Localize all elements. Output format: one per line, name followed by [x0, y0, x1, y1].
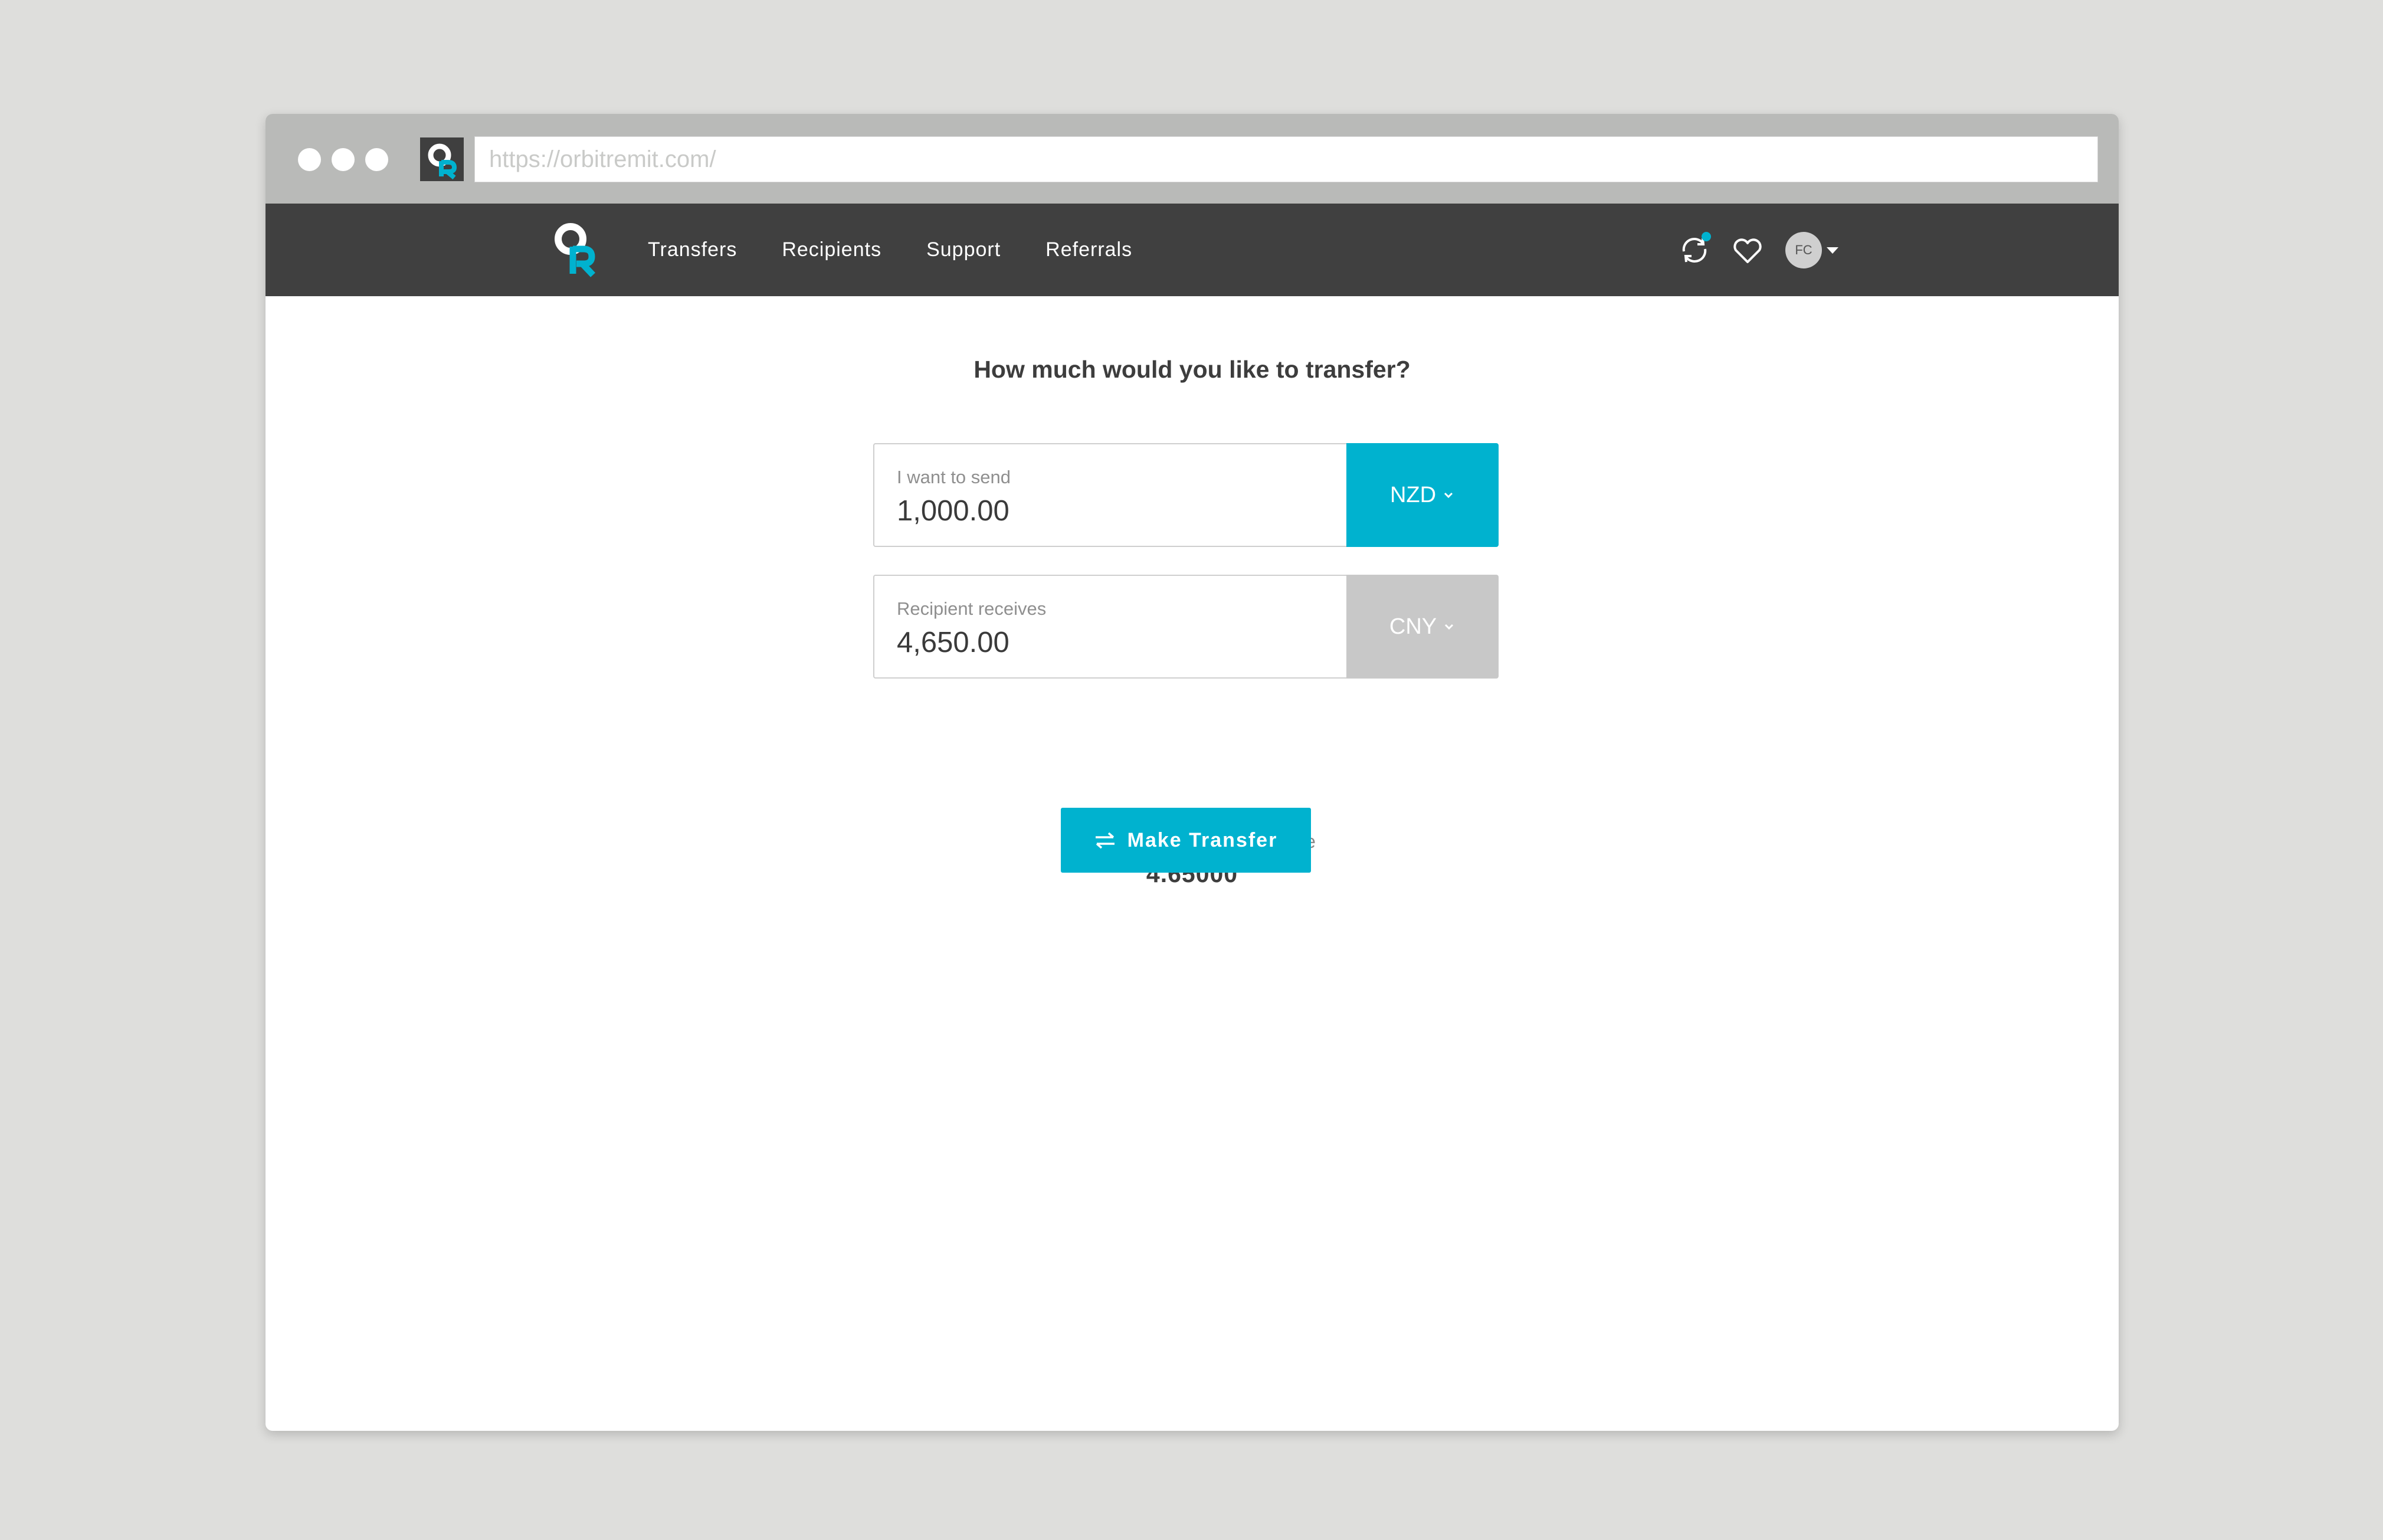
nav-referrals[interactable]: Referrals [1045, 238, 1132, 261]
receive-currency-select[interactable]: CNY [1346, 575, 1499, 679]
heart-icon[interactable] [1729, 231, 1766, 269]
nav-support[interactable]: Support [926, 238, 1001, 261]
nav-recipients[interactable]: Recipients [782, 238, 881, 261]
receive-amount-value[interactable]: 4,650.00 [897, 626, 1009, 659]
browser-window: https://orbitremit.com/ Transfers Recipi… [265, 114, 2119, 1431]
receive-amount-input[interactable]: Recipient receives 4,650.00 [873, 575, 1346, 679]
make-transfer-label: Make Transfer [1127, 829, 1278, 852]
nav-transfers[interactable]: Transfers [648, 238, 737, 261]
receive-amount-field: Recipient receives 4,650.00 CNY [873, 575, 1499, 679]
orbitremit-logo-icon[interactable] [552, 219, 599, 277]
send-currency-label: NZD [1390, 483, 1436, 508]
user-avatar[interactable]: FC [1785, 232, 1822, 268]
window-minimize-dot[interactable] [332, 148, 355, 171]
favicon-logo-icon [420, 137, 464, 181]
swap-arrows-icon [1094, 831, 1116, 849]
sync-icon[interactable] [1676, 231, 1713, 269]
make-transfer-button[interactable]: Make Transfer [1061, 808, 1311, 873]
receive-amount-label: Recipient receives [897, 598, 1046, 620]
address-bar-url: https://orbitremit.com/ [489, 146, 716, 173]
receive-currency-label: CNY [1389, 614, 1437, 640]
chevron-down-icon[interactable] [1827, 247, 1838, 254]
window-maximize-dot[interactable] [365, 148, 388, 171]
window-close-dot[interactable] [298, 148, 321, 171]
address-bar[interactable]: https://orbitremit.com/ [474, 136, 2098, 182]
send-amount-value[interactable]: 1,000.00 [897, 494, 1009, 527]
send-amount-field: I want to send 1,000.00 NZD [873, 443, 1499, 547]
top-navigation: Transfers Recipients Support Referrals [265, 204, 2119, 296]
chevron-down-icon [1442, 489, 1455, 502]
send-amount-label: I want to send [897, 467, 1011, 488]
chevron-down-icon [1443, 620, 1456, 633]
send-currency-select[interactable]: NZD [1346, 443, 1499, 547]
send-amount-input[interactable]: I want to send 1,000.00 [873, 443, 1346, 547]
browser-chrome: https://orbitremit.com/ [265, 114, 2119, 204]
page-title: How much would you like to transfer? [265, 356, 2119, 384]
